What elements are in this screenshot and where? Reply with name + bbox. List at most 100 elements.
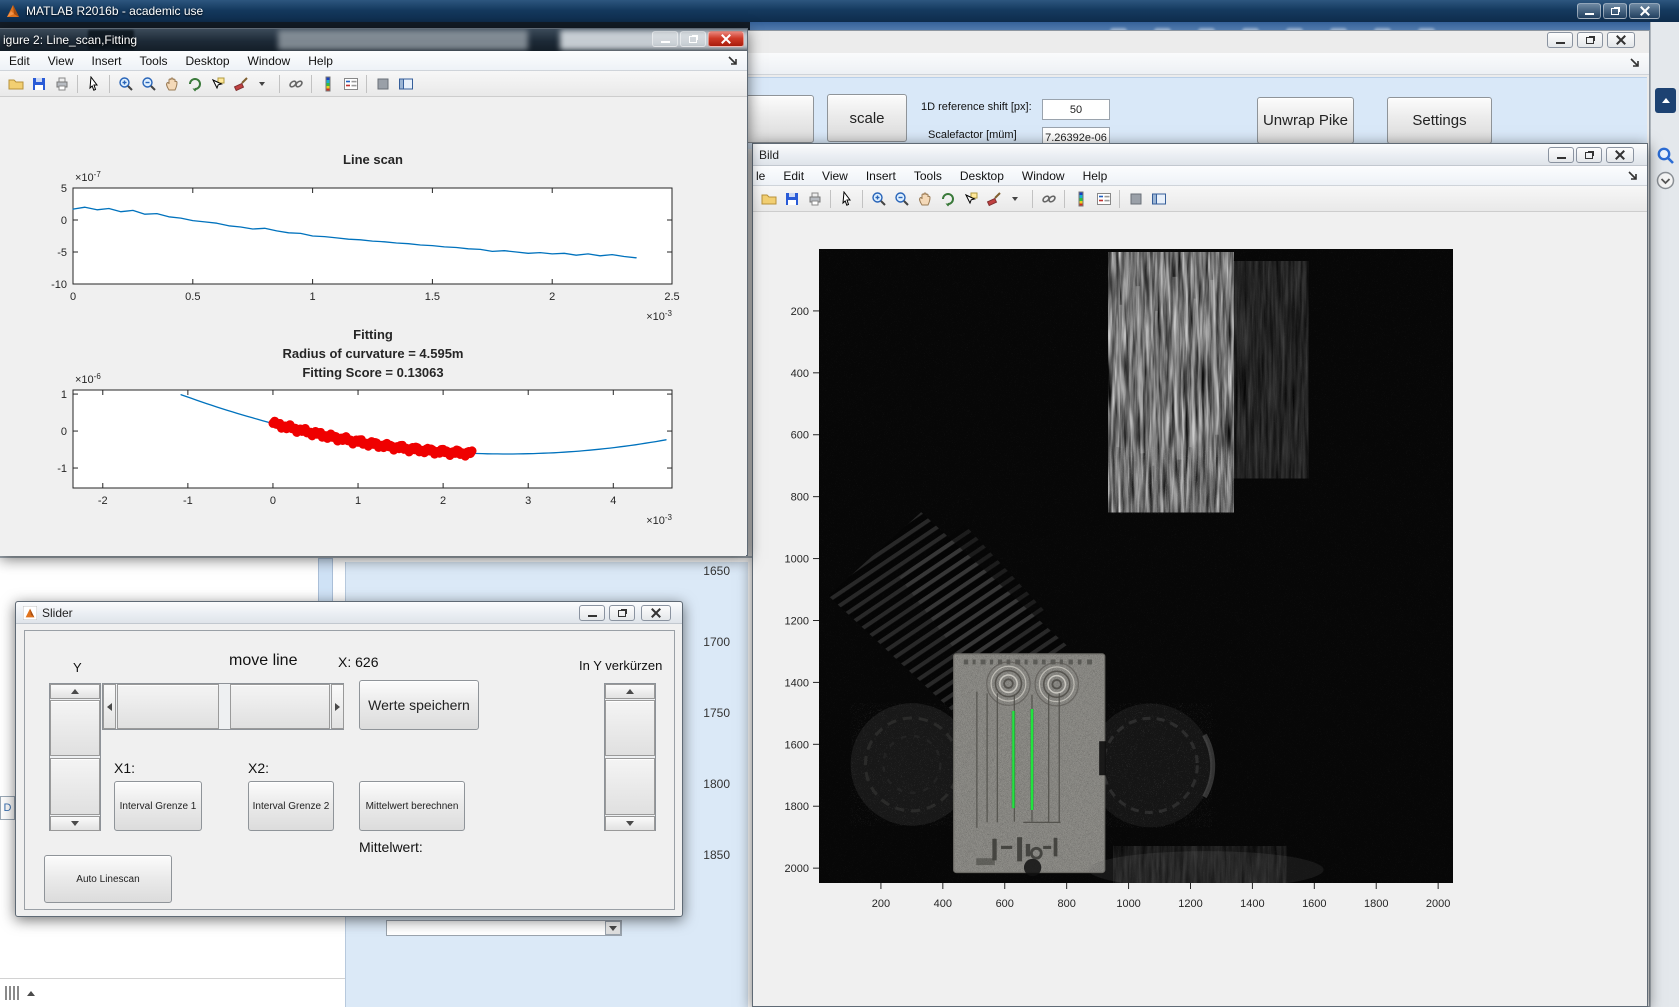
zoom-out-icon[interactable] (891, 188, 912, 209)
y-slider-right[interactable] (604, 683, 656, 831)
print-icon[interactable] (51, 73, 72, 94)
menu-window[interactable]: Window (1013, 169, 1074, 183)
bild-restore-button[interactable] (1576, 147, 1602, 163)
slider-track[interactable] (605, 758, 655, 815)
combobox-dropdown-button[interactable] (605, 921, 621, 935)
slider-track[interactable] (605, 700, 655, 756)
ref-shift-input[interactable]: 50 (1042, 99, 1110, 120)
mittelwert-berechnen-button[interactable]: Mittelwert berechnen (359, 781, 465, 831)
menu-edit[interactable]: Edit (774, 169, 813, 183)
menu-view[interactable]: View (39, 54, 83, 68)
background-combobox[interactable] (386, 920, 622, 936)
menu-tools[interactable]: Tools (905, 169, 951, 183)
edit-cursor-icon[interactable] (836, 188, 857, 209)
main-minimize-button[interactable] (1577, 3, 1601, 19)
splitter-grip[interactable] (5, 986, 35, 1000)
interval-grenze2-button[interactable]: Interval Grenze 2 (248, 781, 334, 831)
slider-minimize-button[interactable] (579, 605, 605, 621)
show-plot-tools-icon[interactable] (1148, 188, 1169, 209)
scale-button[interactable]: scale (827, 94, 907, 142)
figure2-titlebar[interactable]: igure 2: Line_scan,Fitting (0, 29, 747, 51)
link-plots-icon[interactable] (285, 73, 306, 94)
data-cursor-icon[interactable] (207, 73, 228, 94)
blank-button[interactable] (744, 95, 814, 143)
menu-desktop[interactable]: Desktop (177, 54, 239, 68)
insert-legend-icon[interactable] (340, 73, 361, 94)
slider-up-button[interactable] (605, 684, 655, 699)
menu-window[interactable]: Window (239, 54, 300, 68)
rotate-3d-icon[interactable] (184, 73, 205, 94)
bild-titlebar[interactable]: Bild (753, 144, 1647, 166)
data-cursor-icon[interactable] (960, 188, 981, 209)
x-slider[interactable] (102, 683, 344, 730)
gui-restore-button[interactable] (1577, 32, 1603, 48)
dock-tab[interactable]: D (0, 796, 15, 820)
menu-edit[interactable]: Edit (0, 54, 39, 68)
unwrap-pike-button[interactable]: Unwrap Pike (1257, 97, 1354, 144)
y-slider-left[interactable] (49, 683, 101, 831)
zoom-in-icon[interactable] (868, 188, 889, 209)
slider-track[interactable] (50, 758, 100, 815)
print-icon[interactable] (804, 188, 825, 209)
slider-thumb[interactable] (230, 684, 330, 729)
main-close-button[interactable] (1629, 3, 1660, 19)
dropdown-caret-icon[interactable] (1006, 188, 1027, 209)
figure2-minimize-button[interactable] (652, 31, 678, 47)
slider-close-button[interactable] (641, 605, 671, 621)
brush-icon[interactable] (983, 188, 1004, 209)
slider-down-button[interactable] (605, 816, 655, 831)
interval-grenze1-button[interactable]: Interval Grenze 1 (114, 781, 202, 831)
bild-minimize-button[interactable] (1548, 147, 1574, 163)
menu-help[interactable]: Help (299, 54, 342, 68)
figure2-close-button[interactable] (708, 31, 744, 47)
settings-button[interactable]: Settings (1387, 97, 1492, 144)
interferometry-image[interactable] (819, 249, 1453, 888)
menu-insert[interactable]: Insert (82, 54, 130, 68)
brush-icon[interactable] (230, 73, 251, 94)
slider-left-button[interactable] (103, 684, 116, 729)
menu-tools[interactable]: Tools (131, 54, 177, 68)
hide-plot-tools-icon[interactable] (372, 73, 393, 94)
rotate-3d-icon[interactable] (937, 188, 958, 209)
gui-minimize-button[interactable] (1547, 32, 1573, 48)
slider-track[interactable] (50, 700, 100, 756)
pan-hand-icon[interactable] (161, 73, 182, 94)
figure2-restore-button[interactable] (680, 31, 706, 47)
menu-file-clipped[interactable]: le (753, 169, 774, 183)
show-plot-tools-icon[interactable] (395, 73, 416, 94)
slider-up-button[interactable] (50, 684, 100, 699)
pan-hand-icon[interactable] (914, 188, 935, 209)
gui-close-button[interactable] (1607, 32, 1635, 48)
edit-cursor-icon[interactable] (83, 73, 104, 94)
menu-view[interactable]: View (813, 169, 857, 183)
werte-speichern-button[interactable]: Werte speichern (359, 680, 479, 730)
slider-titlebar[interactable]: Slider (16, 602, 682, 624)
slider-track[interactable] (117, 684, 219, 729)
expand-circle-icon[interactable] (1656, 171, 1675, 190)
slider-restore-button[interactable] (609, 605, 635, 621)
main-restore-button[interactable] (1603, 3, 1627, 19)
save-icon[interactable] (781, 188, 802, 209)
dock-arrow-icon[interactable] (1627, 170, 1639, 182)
save-icon[interactable] (28, 73, 49, 94)
hide-plot-tools-icon[interactable] (1125, 188, 1146, 209)
zoom-in-icon[interactable] (115, 73, 136, 94)
insert-colorbar-icon[interactable] (317, 73, 338, 94)
bild-close-button[interactable] (1606, 147, 1634, 163)
insert-legend-icon[interactable] (1093, 188, 1114, 209)
dock-arrow-icon[interactable] (1629, 57, 1641, 69)
insert-colorbar-icon[interactable] (1070, 188, 1091, 209)
menu-help[interactable]: Help (1074, 169, 1117, 183)
dock-arrow-icon[interactable] (727, 55, 739, 67)
slider-right-button[interactable] (331, 684, 344, 729)
auto-linescan-button[interactable]: Auto Linescan (44, 855, 172, 903)
zoom-out-icon[interactable] (138, 73, 159, 94)
open-folder-icon[interactable] (5, 73, 26, 94)
collapse-strip-button[interactable] (1655, 88, 1676, 113)
slider-down-button[interactable] (50, 816, 100, 831)
menu-desktop[interactable]: Desktop (951, 169, 1013, 183)
dropdown-caret-icon[interactable] (253, 73, 274, 94)
menu-insert[interactable]: Insert (857, 169, 905, 183)
link-plots-icon[interactable] (1038, 188, 1059, 209)
open-folder-icon[interactable] (758, 188, 779, 209)
